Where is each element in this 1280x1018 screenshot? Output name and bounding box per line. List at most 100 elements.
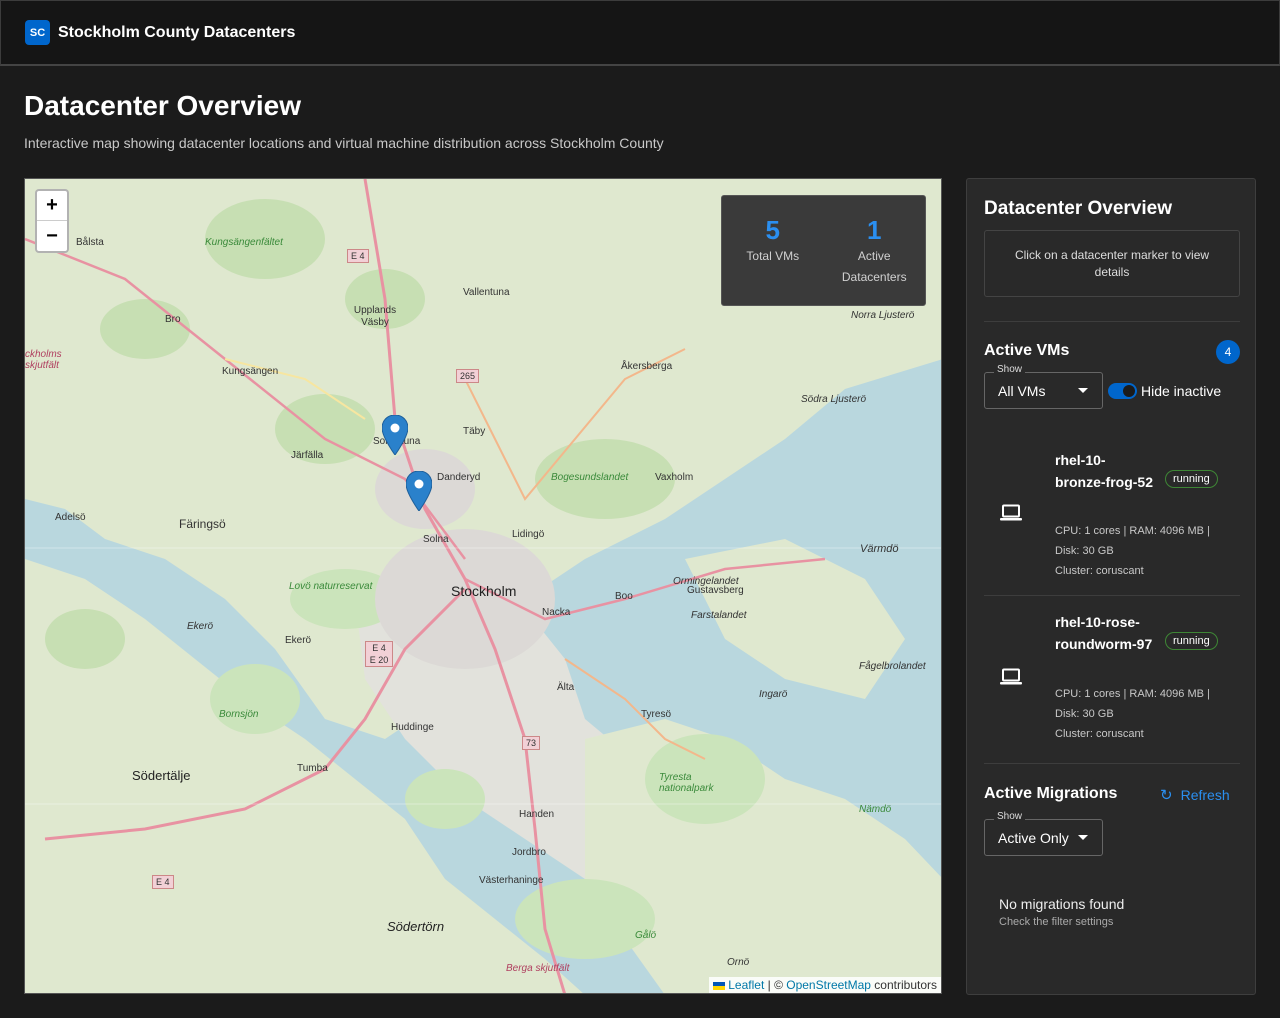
map-label: Bornsjön [219, 709, 259, 720]
total-vms-stat: 5 Total VMs [728, 214, 818, 305]
app-title[interactable]: Stockholm County Datacenters [58, 24, 295, 42]
map-label: Gustavsberg [687, 585, 744, 596]
road-shield: 73 [522, 736, 541, 750]
side-panel: Datacenter Overview Click on a datacente… [966, 178, 1256, 995]
map-label: Handen [519, 809, 555, 820]
active-vms-title: Active VMs [984, 342, 1070, 359]
map-label: Vallentuna [463, 287, 510, 298]
map-label: Åkersberga [621, 361, 673, 372]
map-label: Södra Ljusterö [801, 394, 867, 405]
empty-state-subtitle: Check the filter settings [999, 916, 1114, 928]
map-label: Ekerö [285, 635, 312, 646]
page-title: Datacenter Overview [24, 90, 302, 121]
active-datacenters-label: Active Datacenters [841, 249, 907, 284]
vm-specs: CPU: 1 cores | RAM: 4096 MB | Disk: 30 G… [1055, 525, 1210, 557]
map-label: Huddinge [391, 722, 434, 733]
map-label: Nacka [542, 607, 571, 618]
datacenter-map[interactable]: Bålsta Kungsängenfältet Vallentuna Uppla… [24, 178, 942, 994]
map-label: Upplands Väsby [353, 305, 397, 328]
map-label: Ingarö [759, 689, 788, 700]
map-label: Bålsta [76, 237, 104, 248]
vm-name[interactable]: rhel-10-rose-roundworm-97 [1055, 611, 1155, 655]
map-label: Täby [463, 426, 486, 437]
vm-card[interactable]: rhel-10-bronze-frog-52 running CPU: 1 co… [984, 449, 1240, 595]
vm-filter-value: All VMs [998, 382, 1046, 399]
map-label: ckholms skjutfält [25, 349, 62, 371]
road-shield: E 4 [152, 875, 174, 889]
attribution-contributors: contributors [870, 978, 937, 992]
map-label: Tumba [297, 763, 328, 774]
status-badge: running [1165, 470, 1218, 488]
map-label: Västerhaninge [479, 875, 544, 886]
map-label: Stockholm [451, 583, 517, 599]
total-vms-label: Total VMs [746, 249, 800, 263]
divider [984, 595, 1240, 596]
panel-title: Datacenter Overview [984, 198, 1172, 219]
map-attribution: Leaflet | © OpenStreetMap contributors [709, 977, 941, 993]
map-label: Älta [557, 682, 575, 693]
zoom-control: + − [35, 189, 69, 253]
map-label: Adelsö [55, 512, 86, 523]
active-datacenters-stat: 1 Active Datacenters [829, 214, 919, 305]
vm-name[interactable]: rhel-10-bronze-frog-52 [1055, 449, 1155, 493]
map-label: Fågelbrolandet [859, 661, 926, 672]
stats-overlay: 5 Total VMs 1 Active Datacenters [721, 195, 926, 306]
map-label: Bogesundslandet [551, 472, 629, 483]
hide-inactive-toggle[interactable] [1108, 383, 1137, 399]
map-marker-icon[interactable] [382, 415, 408, 455]
vm-specs: CPU: 1 cores | RAM: 4096 MB | Disk: 30 G… [1055, 688, 1210, 720]
migration-filter-value: Active Only [998, 829, 1069, 846]
road-shield: E 4 [347, 249, 369, 263]
vm-filter-select[interactable]: All VMs [984, 372, 1103, 409]
map-label: Värmdö [860, 543, 899, 555]
active-migrations-title: Active Migrations [984, 785, 1118, 802]
hide-inactive-label[interactable]: Hide inactive [1141, 383, 1221, 399]
refresh-label: Refresh [1180, 787, 1230, 803]
map-label: Lovö naturreservat [289, 581, 373, 592]
page-subtitle: Interactive map showing datacenter locat… [24, 135, 664, 151]
zoom-out-button[interactable]: − [37, 221, 67, 251]
vm-card[interactable]: rhel-10-rose-roundworm-97 running CPU: 1… [984, 611, 1240, 757]
leaflet-link[interactable]: Leaflet [728, 978, 764, 992]
map-label: Ornö [727, 957, 750, 968]
refresh-button[interactable]: ↻ Refresh [1160, 786, 1230, 804]
map-label: Berga skjutfält [506, 963, 570, 974]
map-label: Norra Ljusterö [851, 310, 915, 321]
map-label: Farstalandet [691, 610, 747, 621]
laptop-icon [1000, 504, 1022, 521]
chevron-down-icon [1078, 835, 1088, 840]
datacenter-info-box: Click on a datacenter marker to view det… [984, 230, 1240, 297]
vms-count-badge: 4 [1216, 340, 1240, 364]
map-label: Nämdö [859, 804, 892, 815]
empty-state-title: No migrations found [999, 896, 1125, 912]
chevron-down-icon [1078, 388, 1088, 393]
map-label: Kungsängenfältet [205, 237, 283, 248]
status-badge: running [1165, 632, 1218, 650]
map-label: Jordbro [512, 847, 546, 858]
map-label: Tyresö [641, 709, 672, 720]
active-datacenters-value: 1 [867, 215, 882, 245]
map-label: Tyresta nationalpark [659, 772, 714, 794]
map-label: Färingsö [179, 517, 226, 531]
map-marker-icon[interactable] [406, 471, 432, 511]
map-label: Bro [165, 314, 181, 325]
map-label: Södertörn [387, 919, 445, 934]
map-label: Järfälla [291, 450, 324, 461]
top-navbar: SC Stockholm County Datacenters [0, 0, 1280, 66]
migration-filter-select[interactable]: Active Only [984, 819, 1103, 856]
divider [984, 321, 1240, 322]
vm-cluster: Cluster: coruscant [1055, 565, 1144, 577]
map-label: Vaxholm [655, 472, 694, 483]
osm-link[interactable]: OpenStreetMap [786, 978, 871, 992]
road-shield: E 4 E 20 [365, 641, 393, 667]
attribution-separator: | © [764, 978, 787, 992]
road-shield: 265 [456, 369, 480, 383]
map-label: Kungsängen [222, 366, 279, 377]
map-label: Danderyd [437, 472, 481, 483]
app-logo[interactable]: SC [25, 20, 50, 45]
map-label: Boo [615, 591, 633, 602]
map-label: Lidingö [512, 529, 545, 540]
migration-filter-label: Show [994, 811, 1026, 822]
ukraine-flag-icon [713, 981, 726, 990]
zoom-in-button[interactable]: + [37, 191, 67, 221]
